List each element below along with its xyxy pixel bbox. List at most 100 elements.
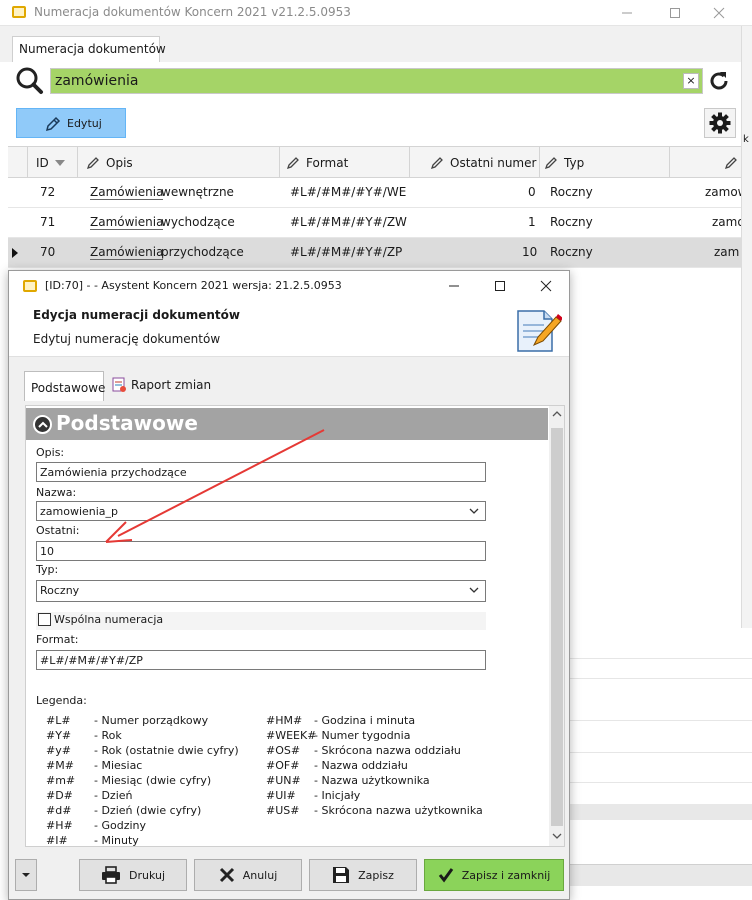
cell-ostatni: 0 [528, 185, 536, 199]
right-edge-text: k o [743, 134, 752, 145]
legend-code: #WEEK# [266, 729, 317, 742]
cancel-label: Anuluj [242, 868, 278, 882]
search-icon[interactable] [14, 66, 44, 96]
tab-raport-zmian[interactable]: Raport zmian [111, 377, 211, 393]
column-typ-label: Typ [564, 155, 585, 170]
legend-code: #H# [46, 819, 73, 832]
cell-opis-highlight: Zamówienia [90, 185, 164, 200]
wspolna-checkbox[interactable] [38, 613, 51, 626]
table-row-selected[interactable]: 70 Zamówienia przychodzące #L#/#M#/#Y#/Z… [8, 238, 752, 268]
cell-format: #L#/#M#/#Y#/WE [290, 185, 407, 199]
pencil-icon [45, 116, 61, 132]
maximize-button[interactable] [652, 0, 698, 26]
cell-typ: Roczny [550, 215, 593, 229]
tab-podstawowe[interactable]: Podstawowe [24, 371, 105, 401]
report-icon [112, 377, 126, 392]
print-button[interactable]: Drukuj [79, 859, 187, 891]
legend-desc: - Rok [94, 729, 122, 742]
save-and-close-button[interactable]: Zapisz i zamknij [424, 859, 564, 891]
document-edit-icon [517, 310, 562, 352]
legend-title: Legenda: [36, 694, 87, 707]
dialog-app-icon [23, 280, 37, 292]
legend-desc: - Numer tygodnia [314, 729, 411, 742]
cell-typ: Roczny [550, 185, 593, 199]
pencil-icon [430, 156, 443, 169]
vertical-scrollbar[interactable] [549, 406, 564, 846]
legend-desc: - Inicjały [314, 789, 361, 802]
legend-code: #US# [266, 804, 300, 817]
opis-label: Opis: [36, 446, 65, 459]
save-label: Zapisz [358, 868, 394, 882]
cell-id: 72 [40, 185, 56, 199]
ostatni-field[interactable]: 10 [36, 541, 486, 561]
legend-desc: - Godziny [94, 819, 147, 832]
options-dropdown-button[interactable] [15, 859, 37, 891]
search-clear-button[interactable]: × [683, 73, 699, 89]
refresh-icon[interactable] [707, 69, 731, 93]
legend-code: #HM# [266, 714, 303, 727]
column-header-opis[interactable]: Opis [78, 147, 280, 178]
main-lower-area [570, 628, 752, 900]
dialog-button-bar: Drukuj Anuluj Zapisz Zapisz i zamknij [9, 853, 569, 899]
cancel-button[interactable]: Anuluj [194, 859, 302, 891]
cell-id: 71 [40, 215, 56, 229]
cell-typ: Roczny [550, 245, 593, 259]
format-label: Format: [36, 633, 79, 646]
table-row[interactable]: 72 Zamówienia wewnętrzne #L#/#M#/#Y#/WE … [8, 178, 752, 208]
cell-opis-highlight: Zamówienia [90, 245, 164, 260]
pencil-icon [544, 156, 557, 169]
legend-desc: - Nazwa oddziału [314, 759, 408, 772]
close-icon [540, 280, 552, 292]
typ-label: Typ: [36, 563, 59, 576]
typ-select[interactable]: Roczny [36, 580, 486, 602]
tab-raport-zmian-label: Raport zmian [131, 378, 212, 392]
pencil-icon [86, 156, 99, 169]
close-icon [219, 867, 234, 883]
legend-code: #D# [46, 789, 73, 802]
table-row[interactable]: 71 Zamówienia wychodzące #L#/#M#/#Y#/ZW … [8, 208, 752, 238]
column-header-extra[interactable] [670, 147, 752, 178]
legend-code: #m# [46, 774, 76, 787]
legend-code: #I# [46, 834, 68, 847]
close-button[interactable] [696, 0, 742, 26]
app-icon [12, 6, 26, 18]
dialog-maximize-button[interactable] [477, 273, 523, 299]
edit-label: Edytuj [67, 116, 102, 130]
legend-desc: - Dzień [94, 789, 133, 802]
dialog-minimize-button[interactable] [431, 273, 477, 299]
legend-code: #Y# [46, 729, 72, 742]
dialog-close-button[interactable] [523, 273, 569, 299]
legend-desc: - Skrócona nazwa oddziału [314, 744, 461, 757]
minimize-button[interactable] [604, 0, 650, 26]
column-header-typ[interactable]: Typ [540, 147, 670, 178]
pencil-icon [286, 156, 299, 169]
cell-opis-rest: przychodzące [161, 245, 244, 259]
column-id-label: ID [36, 155, 49, 170]
chevron-up-icon [37, 421, 48, 428]
cell-extra: zam [714, 245, 740, 259]
section-header[interactable]: Podstawowe [26, 408, 548, 440]
minimize-icon [622, 12, 632, 14]
nazwa-select[interactable]: zamowienia_p [36, 501, 486, 521]
search-input[interactable]: zamówienia [50, 68, 703, 94]
legend-desc: - Numer porządkowy [94, 714, 209, 727]
legend-desc: - Godzina i minuta [314, 714, 416, 727]
nazwa-value: zamowienia_p [40, 505, 119, 518]
format-field[interactable]: #L#/#M#/#Y#/ZP [36, 650, 486, 670]
legend-desc: - Minuty [94, 834, 139, 847]
pencil-icon [724, 156, 737, 169]
main-window-title: Numeracja dokumentów Koncern 2021 v21.2.… [34, 5, 351, 19]
column-header-ostatni[interactable]: Ostatni numer [410, 147, 540, 178]
opis-field[interactable]: Zamówienia przychodzące [36, 462, 486, 482]
legend-desc: - Miesiąc (dwie cyfry) [94, 774, 212, 787]
tab-numeracja[interactable]: Numeracja dokumentów [12, 36, 166, 63]
column-header-format[interactable]: Format [280, 147, 410, 178]
save-button[interactable]: Zapisz [309, 859, 417, 891]
column-header-id[interactable]: ID [28, 147, 78, 178]
edit-button[interactable]: Edytuj [16, 108, 126, 138]
legend-code: #L# [46, 714, 71, 727]
main-window-titlebar: Numeracja dokumentów Koncern 2021 v21.2.… [0, 0, 752, 26]
collapse-toggle[interactable] [33, 415, 52, 434]
scrollbar-thumb[interactable] [551, 428, 563, 826]
settings-button[interactable] [704, 108, 736, 138]
